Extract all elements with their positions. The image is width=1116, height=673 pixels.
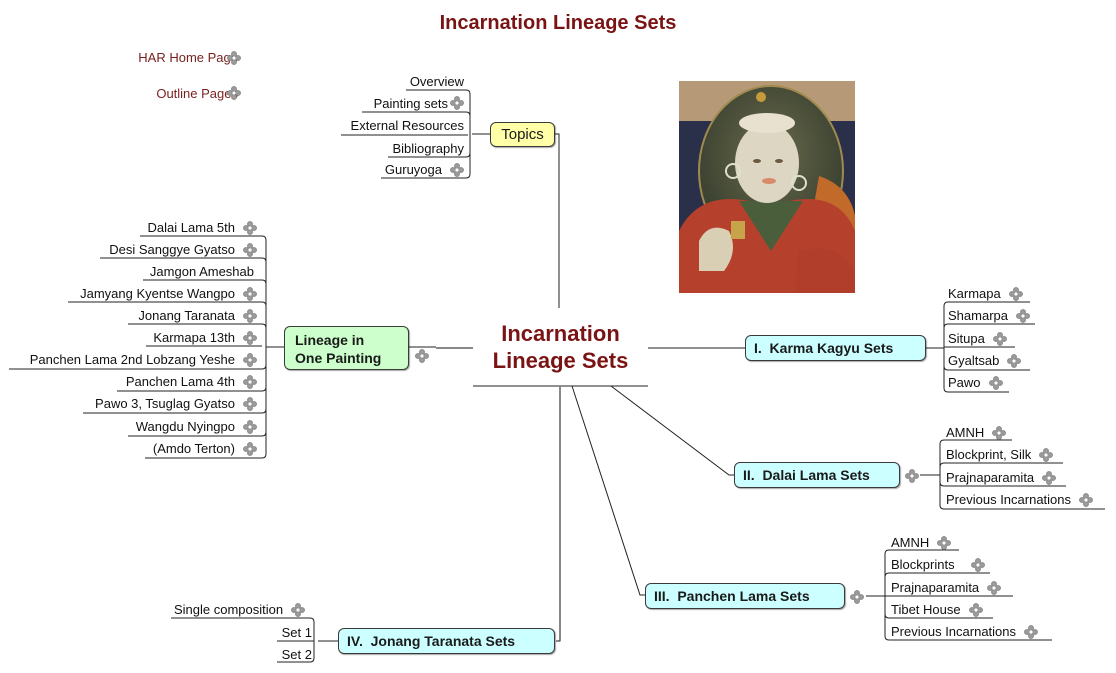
outline-pages-label: Outline Pages	[156, 86, 238, 101]
link-icon[interactable]	[243, 331, 257, 345]
link-icon[interactable]	[1042, 470, 1057, 485]
link-icon[interactable]	[1016, 308, 1030, 323]
link-icon[interactable]	[415, 349, 429, 363]
dalai-lama-item[interactable]: Previous Incarnations	[946, 492, 1093, 508]
karma-kagyu-item[interactable]: Situpa	[948, 331, 1007, 347]
jonang-item[interactable]: Set 1	[282, 625, 312, 641]
outline-pages-link[interactable]: Outline Pages	[156, 86, 238, 101]
link-icon[interactable]	[243, 287, 257, 301]
topic-guruyoga[interactable]: Guruyoga	[385, 162, 442, 178]
lineage-item[interactable]: Jonang Taranata	[138, 308, 235, 324]
page-title: Incarnation Lineage Sets	[439, 12, 677, 34]
jonang-item[interactable]: Set 2	[282, 647, 312, 663]
link-icon[interactable]	[992, 425, 1007, 440]
link-icon[interactable]	[1079, 492, 1093, 507]
har-home-page-link[interactable]: HAR Home Page	[138, 50, 238, 65]
link-icon[interactable]	[243, 309, 257, 323]
lineage-item[interactable]: Dalai Lama 5th	[148, 220, 235, 236]
karma-kagyu-item[interactable]: Gyaltsab	[948, 353, 1022, 369]
link-icon[interactable]	[1039, 447, 1054, 462]
link-icon[interactable]	[970, 557, 985, 572]
central-topic-line1: Incarnation	[501, 321, 620, 346]
dalai-lama-item[interactable]: Blockprint, Silk	[946, 447, 1054, 463]
link-icon[interactable]	[968, 602, 983, 617]
har-home-page-label: HAR Home Page	[138, 50, 238, 65]
topics-node[interactable]: Topics	[490, 122, 555, 147]
link-icon[interactable]	[243, 442, 257, 456]
jonang-item[interactable]: Single composition	[174, 602, 306, 618]
link-icon[interactable]	[850, 590, 864, 604]
link-icon[interactable]	[243, 221, 257, 235]
lineage-one-painting-node[interactable]: Lineage in One Painting	[284, 326, 409, 370]
portrait-image	[679, 81, 855, 293]
link-icon[interactable]	[905, 469, 919, 483]
link-icon[interactable]	[1024, 624, 1038, 639]
link-icon[interactable]	[1008, 286, 1023, 301]
link-icon[interactable]	[450, 163, 464, 177]
dalai-lama-label: II. Dalai Lama Sets	[743, 467, 870, 483]
karma-kagyu-item[interactable]: Shamarpa	[948, 308, 1030, 324]
link-icon[interactable]	[937, 535, 952, 550]
panchen-lama-item[interactable]: Tibet House	[891, 602, 983, 618]
link-icon[interactable]	[992, 331, 1007, 346]
karma-kagyu-item[interactable]: Karmapa	[948, 286, 1023, 302]
link-icon[interactable]	[243, 397, 257, 411]
karma-kagyu-item[interactable]: Pawo	[948, 375, 1003, 391]
panchen-lama-label: III. Panchen Lama Sets	[654, 588, 810, 604]
karma-kagyu-sets-node[interactable]: I. Karma Kagyu Sets	[745, 335, 926, 361]
panchen-lama-item[interactable]: Blockprints	[891, 557, 985, 573]
lineage-item[interactable]: Jamyang Kyentse Wangpo	[80, 286, 235, 302]
lineage-node-line1: Lineage in	[295, 332, 365, 348]
karma-kagyu-label: I. Karma Kagyu Sets	[754, 340, 894, 356]
topic-external-resources[interactable]: External Resources	[351, 118, 464, 134]
topic-overview[interactable]: Overview	[410, 74, 464, 90]
link-icon[interactable]	[291, 602, 306, 617]
dalai-lama-item[interactable]: AMNH	[946, 425, 1007, 441]
topics-label: Topics	[501, 126, 544, 143]
link-icon[interactable]	[243, 375, 257, 389]
link-icon[interactable]	[243, 420, 257, 434]
dalai-lama-sets-node[interactable]: II. Dalai Lama Sets	[734, 462, 900, 488]
lineage-item[interactable]: (Amdo Terton)	[153, 441, 235, 457]
lineage-item[interactable]: Panchen Lama 2nd Lobzang Yeshe	[30, 352, 235, 368]
panchen-lama-item[interactable]: Prajnaparamita	[891, 580, 1002, 596]
dalai-lama-item[interactable]: Prajnaparamita	[946, 470, 1057, 486]
link-icon[interactable]	[227, 51, 241, 65]
lineage-item[interactable]: Desi Sanggye Gyatso	[109, 242, 235, 258]
link-icon[interactable]	[988, 375, 1003, 390]
panchen-lama-sets-node[interactable]: III. Panchen Lama Sets	[645, 583, 845, 609]
panchen-lama-item[interactable]: AMNH	[891, 535, 952, 551]
link-icon[interactable]	[243, 353, 257, 367]
central-topic[interactable]: Incarnation Lineage Sets	[473, 320, 648, 374]
panchen-lama-item[interactable]: Previous Incarnations	[891, 624, 1038, 640]
lineage-node-line2: One Painting	[295, 350, 382, 366]
lineage-item[interactable]: Karmapa 13th	[153, 330, 235, 346]
topic-painting-sets[interactable]: Painting sets	[374, 96, 448, 112]
central-topic-line2: Lineage Sets	[492, 348, 629, 373]
lineage-item[interactable]: Pawo 3, Tsuglag Gyatso	[95, 396, 235, 412]
jonang-label: IV. Jonang Taranata Sets	[347, 633, 516, 649]
lineage-item[interactable]: Jamgon Ameshab	[150, 264, 254, 280]
topic-bibliography[interactable]: Bibliography	[392, 141, 464, 157]
lineage-item[interactable]: Wangdu Nyingpo	[136, 419, 235, 435]
link-icon[interactable]	[243, 243, 257, 257]
link-icon[interactable]	[1007, 353, 1022, 368]
link-icon[interactable]	[987, 580, 1002, 595]
link-icon[interactable]	[227, 86, 241, 100]
link-icon[interactable]	[450, 96, 464, 110]
lineage-item[interactable]: Panchen Lama 4th	[126, 374, 235, 390]
jonang-taranata-sets-node[interactable]: IV. Jonang Taranata Sets	[338, 628, 555, 654]
